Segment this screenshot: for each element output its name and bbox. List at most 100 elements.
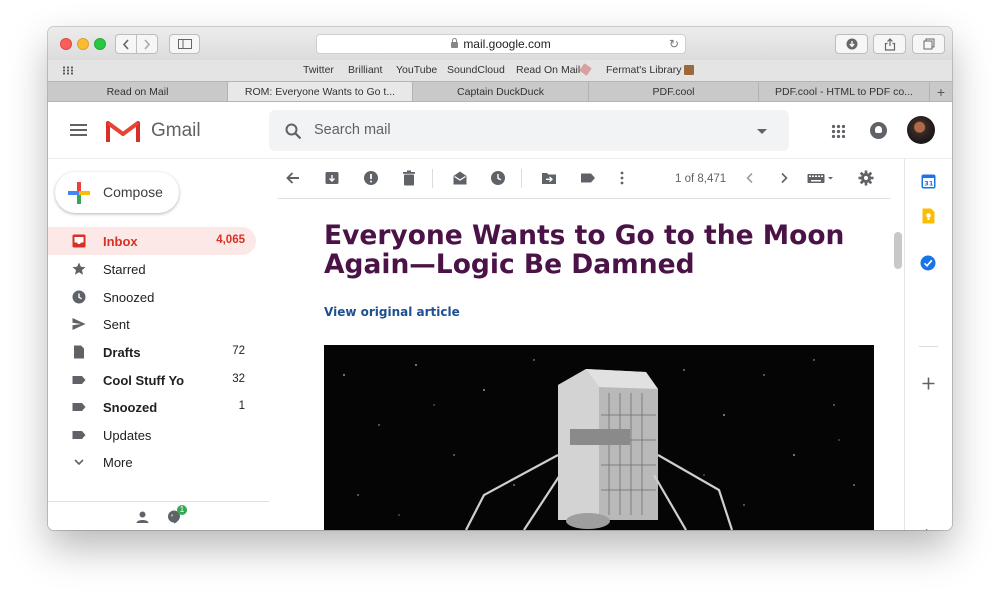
- minimize-window-button[interactable]: [77, 38, 89, 50]
- pagination-count: 1 of 8,471: [675, 173, 727, 185]
- scrollbar-thumb[interactable]: [894, 232, 902, 269]
- sidebar-item-label: Sent: [103, 317, 130, 332]
- inbox-icon: [72, 234, 86, 248]
- draft-icon: [74, 345, 84, 359]
- message-body: Everyone Wants to Go to the Moon Again—L…: [269, 199, 903, 530]
- bookmark-twitter[interactable]: Twitter: [303, 64, 334, 76]
- tab-captain-duckduck[interactable]: Captain DuckDuck: [413, 82, 589, 101]
- message-toolbar: 1 of 8,471: [278, 159, 890, 199]
- downloads-button[interactable]: [835, 34, 868, 54]
- tab-bar: Read on Mail ROM: Everyone Wants to Go t…: [48, 81, 952, 102]
- zoom-window-button[interactable]: [94, 38, 106, 50]
- person-icon[interactable]: [136, 511, 149, 523]
- sidebar-item-snoozed[interactable]: Snoozed: [48, 283, 256, 311]
- tabs-icon: [923, 38, 934, 50]
- sidebar-item-starred[interactable]: Starred: [48, 255, 256, 283]
- bookmark-read-on-mail[interactable]: Read On Mail: [516, 64, 580, 76]
- article-image: [324, 345, 874, 530]
- keyboard-icon[interactable]: [807, 170, 835, 186]
- chevron-left-icon: [122, 38, 129, 50]
- side-apps-panel: 31: [904, 159, 952, 530]
- share-button[interactable]: [873, 34, 906, 54]
- chevron-right-icon: [144, 38, 151, 50]
- hangouts-badge: 1: [177, 505, 187, 515]
- svg-text:31: 31: [924, 180, 934, 188]
- archive-icon[interactable]: [324, 170, 340, 186]
- close-window-button[interactable]: [60, 38, 72, 50]
- notifications-icon[interactable]: [870, 122, 887, 139]
- browser-titlebar: mail.google.com ↻: [48, 27, 952, 60]
- new-tab-button[interactable]: +: [930, 82, 952, 101]
- label-icon: [72, 431, 86, 439]
- sidebar-item-drafts[interactable]: Drafts 72: [48, 338, 256, 366]
- sidebar-item-label: Starred: [103, 262, 146, 277]
- mark-unread-icon[interactable]: [452, 170, 468, 186]
- lunar-lander-illustration: [343, 359, 855, 530]
- bookmark-soundcloud[interactable]: SoundCloud: [447, 64, 505, 76]
- search-options-icon[interactable]: [757, 129, 767, 134]
- article-title: Everyone Wants to Go to the Moon Again—L…: [324, 220, 845, 280]
- expand-panel-chevron-icon[interactable]: [924, 528, 933, 530]
- label-icon: [72, 403, 86, 411]
- hangouts-footer: " 1: [48, 501, 269, 530]
- tab-pdf-cool-html[interactable]: PDF.cool - HTML to PDF co...: [759, 82, 930, 101]
- delete-icon[interactable]: [401, 170, 417, 186]
- download-icon: [846, 38, 857, 50]
- bookmark-youtube[interactable]: YouTube: [396, 64, 437, 76]
- sidebar-item-cool-stuff-yo[interactable]: Cool Stuff Yo 32: [48, 366, 256, 394]
- sidebar-item-label: Inbox: [103, 234, 138, 249]
- add-addon-icon[interactable]: [922, 377, 935, 390]
- tab-rom-article[interactable]: ROM: Everyone Wants to Go t...: [228, 82, 413, 101]
- reload-icon[interactable]: ↻: [669, 37, 679, 51]
- tab-overview-button[interactable]: [912, 34, 945, 54]
- tab-pdf-cool[interactable]: PDF.cool: [589, 82, 759, 101]
- back-arrow-icon[interactable]: [285, 170, 301, 186]
- sidebar-item-label: More: [103, 455, 133, 470]
- calendar-icon[interactable]: 31: [921, 174, 936, 189]
- settings-gear-icon[interactable]: [858, 170, 874, 186]
- newer-chevron-icon[interactable]: [742, 170, 758, 186]
- sidebar-icon: [177, 39, 192, 49]
- tab-read-on-mail[interactable]: Read on Mail: [48, 82, 228, 101]
- move-to-icon[interactable]: [541, 170, 557, 186]
- view-original-article-link[interactable]: View original article: [324, 305, 460, 319]
- gmail-logo-icon[interactable]: [106, 118, 140, 144]
- snooze-icon[interactable]: [490, 170, 506, 186]
- keep-icon[interactable]: [922, 208, 935, 224]
- older-chevron-icon[interactable]: [776, 170, 792, 186]
- sidebar-item-label: Cool Stuff Yo: [103, 373, 185, 388]
- bookmark-fermats-library[interactable]: Fermat's Library: [606, 64, 682, 76]
- panel-divider: [919, 346, 938, 347]
- compose-button[interactable]: Compose: [55, 172, 179, 213]
- sidebar-item-snoozed-label[interactable]: Snoozed 1: [48, 393, 256, 421]
- address-bar[interactable]: mail.google.com ↻: [316, 34, 686, 54]
- more-options-icon[interactable]: [614, 170, 630, 186]
- sidebar-item-label: Snoozed: [103, 400, 158, 415]
- sidebar-item-more[interactable]: More: [48, 448, 256, 476]
- gmail-sidebar: Compose Inbox 4,065 Starred Snoozed Sent…: [48, 159, 269, 530]
- report-spam-icon[interactable]: [363, 170, 379, 186]
- toolbar-divider: [521, 169, 522, 188]
- clock-icon: [72, 290, 86, 304]
- forward-button[interactable]: [136, 34, 158, 54]
- main-menu-icon[interactable]: [70, 124, 87, 136]
- browser-window: mail.google.com ↻ Twitter Brilliant YouT…: [48, 27, 952, 530]
- sidebar-item-label: Drafts: [103, 345, 141, 360]
- back-button[interactable]: [115, 34, 137, 54]
- avatar[interactable]: [907, 116, 935, 144]
- apps-grid-icon[interactable]: [831, 124, 845, 138]
- tasks-icon[interactable]: [920, 255, 936, 271]
- bookmark-brilliant[interactable]: Brilliant: [348, 64, 382, 76]
- sidebar-item-count: 4,065: [216, 234, 245, 246]
- sidebar-toggle-button[interactable]: [169, 34, 200, 54]
- sidebar-item-updates[interactable]: Updates: [48, 421, 256, 449]
- label-icon: [72, 376, 86, 384]
- sidebar-item-inbox[interactable]: Inbox 4,065: [48, 227, 256, 255]
- grid-icon[interactable]: [62, 66, 74, 75]
- sidebar-item-sent[interactable]: Sent: [48, 310, 256, 338]
- sidebar-item-count: 32: [232, 373, 245, 385]
- search-mail-box[interactable]: Search mail: [269, 110, 789, 151]
- search-icon[interactable]: [285, 123, 302, 140]
- label-as-icon[interactable]: [580, 170, 596, 186]
- send-icon: [72, 318, 86, 330]
